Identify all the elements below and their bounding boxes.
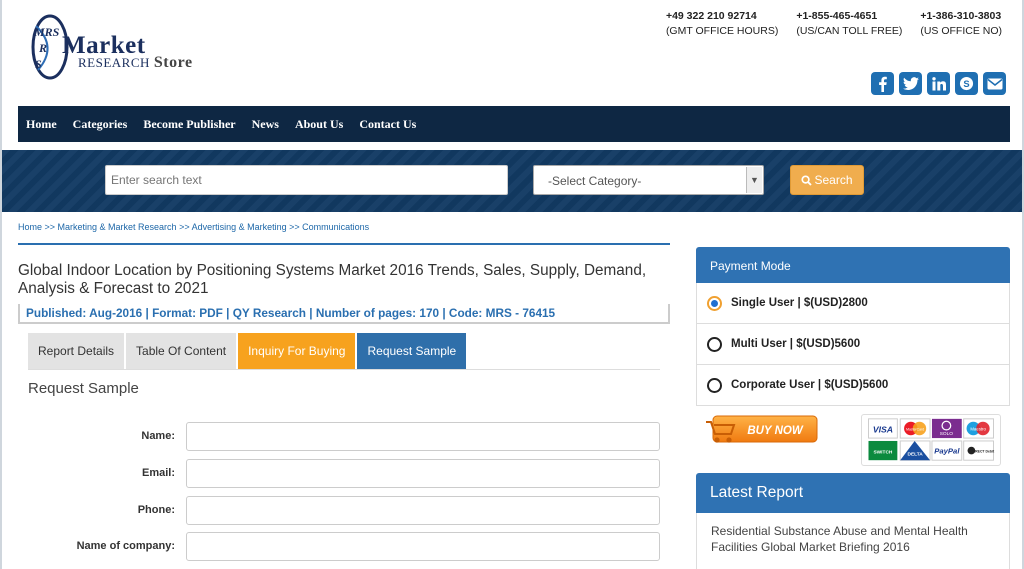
nav-news[interactable]: News	[252, 117, 279, 132]
form-row-phone: Phone:	[18, 496, 670, 526]
breadcrumb[interactable]: Home >> Marketing & Market Research >> A…	[18, 222, 369, 232]
form-row-company: Name of company:	[18, 532, 670, 562]
solo-label: SOLO	[940, 431, 954, 437]
nav-about-us[interactable]: About Us	[295, 117, 343, 132]
form-title: Request Sample	[28, 380, 139, 397]
payment-panel: Payment Mode Single User | $(USD)2800 Mu…	[696, 247, 1010, 406]
delta-label: DELTA	[907, 451, 923, 457]
skype-icon[interactable]: S	[955, 72, 978, 95]
form-row-email: Email:	[18, 459, 670, 489]
latest-report-title: Latest Report	[696, 473, 1010, 513]
email-field[interactable]	[186, 459, 660, 488]
nav-become-publisher[interactable]: Become Publisher	[143, 117, 235, 132]
chevron-down-icon: ▼	[746, 167, 762, 193]
category-select[interactable]: -Select Category- ▼	[533, 165, 764, 195]
payment-option-multi[interactable]: Multi User | $(USD)5600	[696, 324, 1010, 365]
contact-note: (US OFFICE NO)	[920, 25, 1002, 37]
name-field[interactable]	[186, 422, 660, 451]
payment-title: Payment Mode	[696, 247, 1010, 283]
maestro-label: Maestro	[970, 426, 986, 431]
contact-note: (GMT OFFICE HOURS)	[665, 25, 779, 37]
report-tabs: Report Details Table Of Content Inquiry …	[28, 333, 467, 369]
paypal-icon: PayPal	[934, 446, 960, 455]
latest-report-link[interactable]: Residential Substance Abuse and Mental H…	[696, 513, 1010, 569]
contact-numbers: +49 322 210 92714 (GMT OFFICE HOURS) +1-…	[666, 9, 1002, 39]
switch-icon: SWITCH	[873, 449, 892, 455]
mastercard-label: MasterCard	[906, 427, 924, 431]
contact-gmt: +49 322 210 92714 (GMT OFFICE HOURS)	[666, 9, 778, 39]
email-label: Email:	[141, 467, 175, 479]
logo-research-text: RESEARCH	[78, 55, 150, 70]
email-icon[interactable]	[983, 72, 1006, 95]
name-label: Name:	[141, 430, 175, 442]
contact-note: (US/CAN TOLL FREE)	[796, 25, 903, 37]
divider	[18, 243, 670, 245]
tab-table-of-content[interactable]: Table Of Content	[126, 333, 237, 369]
radio-selected-icon[interactable]	[707, 295, 722, 311]
logo-store-text: Store	[153, 54, 193, 71]
twitter-icon[interactable]	[899, 72, 922, 95]
company-field[interactable]	[186, 532, 660, 561]
form-row-name: Name:	[18, 422, 670, 452]
contact-number: +1-386-310-3803	[920, 10, 1002, 22]
radio-icon[interactable]	[707, 336, 722, 352]
facebook-icon[interactable]	[871, 72, 894, 95]
contact-toll-free: +1-855-465-4651 (US/CAN TOLL FREE)	[796, 9, 902, 39]
tab-request-sample[interactable]: Request Sample	[357, 333, 467, 369]
payment-option-label: Multi User | $(USD)5600	[731, 338, 861, 350]
payment-option-corporate[interactable]: Corporate User | $(USD)5600	[696, 365, 1010, 406]
logo-letter-r: R	[38, 41, 47, 55]
contact-us-office: +1-386-310-3803 (US OFFICE NO)	[920, 9, 1002, 39]
nav-categories[interactable]: Categories	[73, 117, 128, 132]
phone-label: Phone:	[137, 504, 175, 516]
main-nav: Home Categories Become Publisher News Ab…	[18, 106, 1010, 142]
search-button[interactable]: Search	[790, 165, 864, 195]
latest-report-panel: Latest Report Residential Substance Abus…	[696, 473, 1010, 569]
nav-home[interactable]: Home	[26, 117, 57, 132]
report-title: Global Indoor Location by Positioning Sy…	[18, 262, 647, 297]
radio-icon[interactable]	[707, 377, 722, 393]
buy-now-button[interactable]: BUY NOW	[705, 414, 819, 448]
search-button-label: Search	[814, 173, 853, 187]
report-meta: Published: Aug-2016 | Format: PDF | QY R…	[18, 304, 670, 324]
payment-option-label: Corporate User | $(USD)5600	[731, 379, 889, 391]
visa-icon: VISA	[873, 424, 893, 434]
payment-cards-image: VISA MasterCard SOLO Maestro SWITCH DELT…	[861, 414, 1001, 466]
tab-report-details[interactable]: Report Details	[28, 333, 125, 369]
contact-number: +49 322 210 92714	[665, 10, 757, 22]
buy-now-label: BUY NOW	[747, 425, 804, 437]
search-input[interactable]	[105, 165, 508, 195]
linkedin-icon[interactable]	[927, 72, 950, 95]
payment-option-label: Single User | $(USD)2800	[731, 297, 868, 309]
company-label: Name of company:	[76, 540, 175, 552]
contact-number: +1-855-465-4651	[796, 10, 878, 22]
category-select-value: -Select Category-	[548, 174, 642, 188]
search-bar: -Select Category- ▼ Search	[2, 150, 1022, 212]
social-links: S	[871, 72, 1006, 95]
logo-letter-s: S	[35, 57, 42, 71]
payment-option-single[interactable]: Single User | $(USD)2800	[696, 283, 1010, 324]
page: MRS R S Market RESEARCH Store +49 322 210…	[0, 0, 1024, 569]
nav-contact-us[interactable]: Contact Us	[359, 117, 416, 132]
direct-debit-label: DIRECT Debit	[972, 450, 995, 454]
divider	[28, 369, 660, 370]
logo-letter-m: MRS	[33, 25, 60, 39]
search-icon	[801, 174, 813, 186]
tab-inquiry-for-buying[interactable]: Inquiry For Buying	[238, 333, 356, 369]
site-logo[interactable]: MRS R S Market RESEARCH Store	[30, 14, 230, 84]
logo-subtitle: RESEARCH Store	[78, 54, 193, 72]
svg-text:S: S	[963, 79, 969, 89]
phone-field[interactable]	[186, 496, 660, 525]
